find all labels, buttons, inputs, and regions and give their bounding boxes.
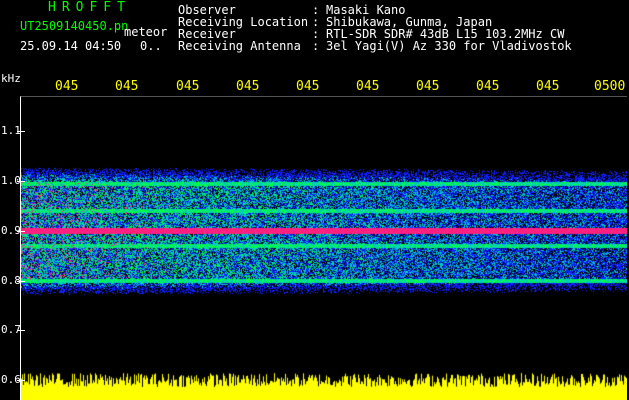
freq-tick-mark xyxy=(17,380,25,381)
spectrogram-plot xyxy=(17,96,627,400)
time-tick-label: 045 xyxy=(536,79,560,94)
sequence-counter: 0.. xyxy=(140,39,162,53)
antenna-separator: : xyxy=(312,39,320,53)
file-suffix: meteor xyxy=(124,25,168,39)
time-tick-label: 045 xyxy=(296,79,320,94)
antenna-value: 3el Yagi(V) Az 330 for Vladivostok xyxy=(326,39,572,53)
app-title: HROFFT xyxy=(48,0,131,15)
freq-tick-mark xyxy=(17,281,25,282)
freq-tick-mark xyxy=(17,330,25,331)
antenna-label: Receiving Antenna xyxy=(178,39,301,53)
freq-tick-mark xyxy=(17,231,25,232)
freq-tick-mark xyxy=(17,131,25,132)
time-tick-label: 045 xyxy=(236,79,260,94)
freq-unit-label: kHz xyxy=(1,72,21,85)
time-tick-label: 045 xyxy=(55,79,79,94)
datetime-stamp: 25.09.14 04:50 xyxy=(20,39,122,53)
time-tick-label: 045 xyxy=(115,79,139,94)
freq-tick-mark xyxy=(17,181,25,182)
time-tick-label: 045 xyxy=(176,79,200,94)
spectrogram-canvas xyxy=(21,97,627,400)
file-name: UT2509140450.pn xyxy=(20,19,129,33)
time-tick-label: 045 xyxy=(356,79,380,94)
time-tick-label: 045 xyxy=(476,79,500,94)
hrofft-screen: HROFFT UT2509140450.pn meteor 25.09.14 0… xyxy=(0,0,629,400)
time-tick-label: 045 xyxy=(416,79,440,94)
time-tick-label: 0500 xyxy=(594,79,626,94)
